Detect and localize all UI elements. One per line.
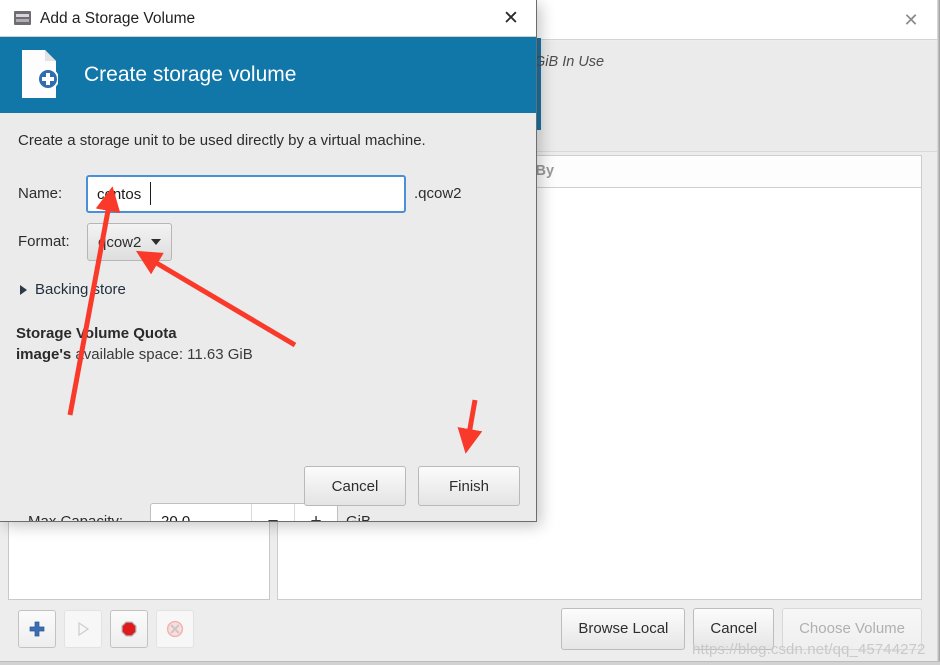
name-input[interactable]	[86, 175, 406, 213]
close-icon[interactable]: ✕	[499, 7, 523, 31]
dialog-description: Create a storage unit to be used directl…	[18, 132, 426, 149]
stop-icon	[121, 621, 137, 637]
play-icon	[78, 621, 90, 637]
pool-toolbar	[18, 610, 194, 648]
plus-icon	[29, 621, 45, 637]
quota-available-space: image's available space: 11.63 GiB	[16, 346, 253, 363]
pool-usage-label: GiB In Use	[534, 54, 605, 70]
stepper-increment-button[interactable]: +	[294, 504, 337, 521]
quota-available-rest: available space: 11.63 GiB	[71, 346, 253, 363]
new-document-icon	[22, 50, 58, 98]
chevron-down-icon	[151, 239, 162, 245]
stop-pool-button[interactable]	[110, 610, 148, 648]
format-selected-value: qcow2	[98, 233, 142, 251]
window-app-icon	[14, 11, 31, 25]
text-caret	[150, 182, 151, 205]
banner-title: Create storage volume	[84, 63, 297, 86]
finish-button[interactable]: Finish	[418, 466, 520, 506]
quota-section-title: Storage Volume Quota	[16, 325, 177, 342]
dialog-title: Add a Storage Volume	[40, 10, 196, 27]
browse-local-button[interactable]: Browse Local	[561, 608, 686, 650]
chevron-right-icon	[20, 284, 27, 295]
add-volume-button[interactable]	[18, 610, 56, 648]
format-select[interactable]: qcow2	[87, 223, 173, 261]
dialog-body: Create a storage unit to be used directl…	[0, 113, 536, 521]
dialog-titlebar: Add a Storage Volume ✕	[0, 0, 536, 37]
add-storage-volume-dialog: Add a Storage Volume ✕ Create storage vo…	[0, 0, 537, 522]
name-label: Name:	[18, 185, 63, 202]
start-pool-button	[64, 610, 102, 648]
format-label: Format:	[18, 233, 70, 250]
close-icon[interactable]: ✕	[900, 9, 922, 31]
delete-pool-button	[156, 610, 194, 648]
delete-icon	[166, 620, 184, 638]
window-bottom-edge	[0, 661, 940, 665]
max-capacity-label: Max Capacity:	[28, 513, 124, 522]
quota-pool-name: image's	[16, 346, 72, 363]
backing-store-expander[interactable]: Backing store	[20, 281, 126, 298]
dialog-banner: Create storage volume	[0, 37, 536, 113]
dialog-footer-buttons: Cancel Finish	[304, 466, 520, 506]
name-suffix-label: .qcow2	[414, 185, 462, 202]
screen-root: ✕ GiB In Use ▾ Size Format Used By so 1.…	[0, 0, 940, 665]
max-capacity-input[interactable]	[151, 504, 251, 521]
backing-store-label: Backing store	[35, 281, 126, 298]
cancel-button[interactable]: Cancel	[304, 466, 406, 506]
stepper-decrement-button[interactable]: −	[251, 504, 294, 521]
watermark-text: https://blog.csdn.net/qq_45744272	[692, 641, 926, 658]
